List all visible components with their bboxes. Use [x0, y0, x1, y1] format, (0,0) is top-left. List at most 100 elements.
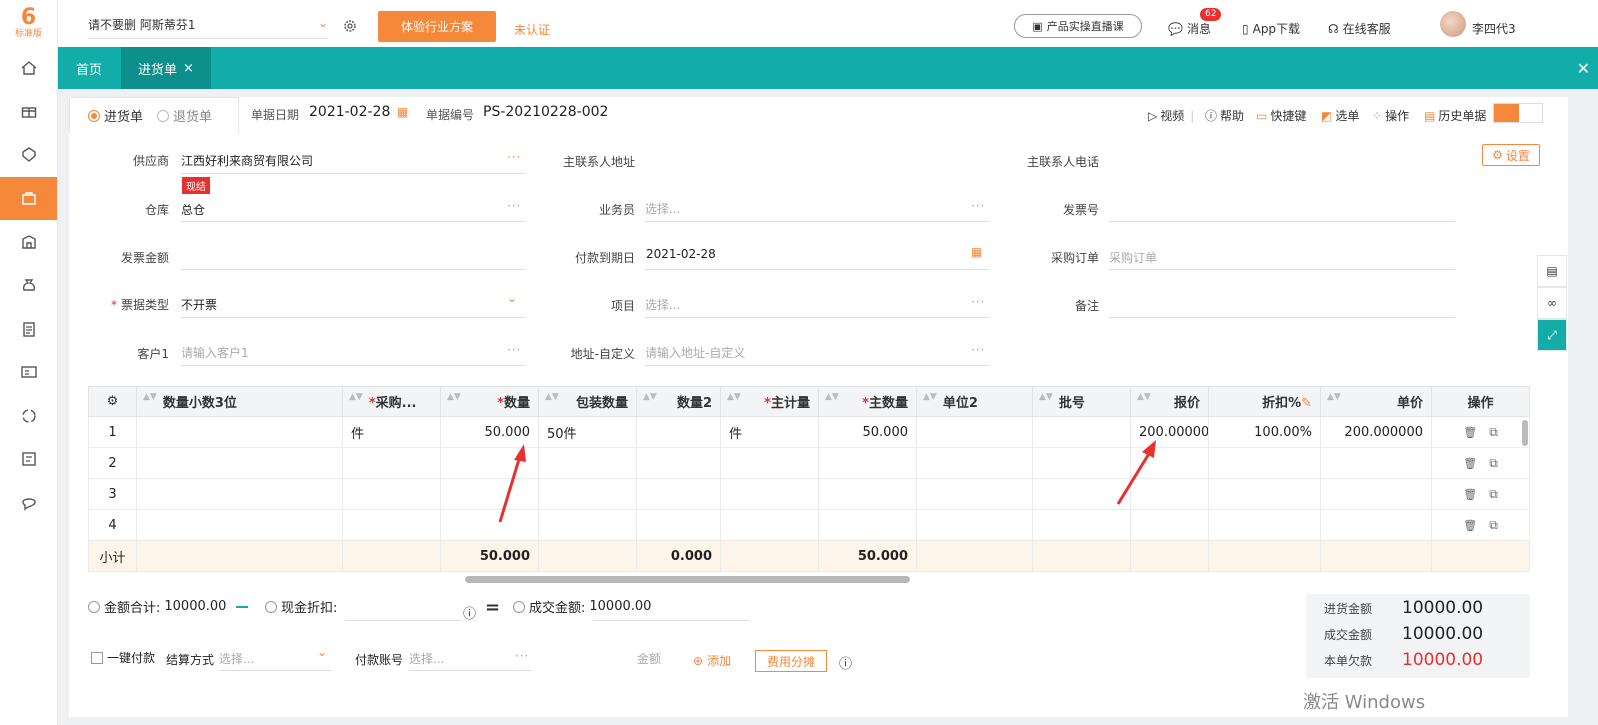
- cell-disc[interactable]: [1208, 447, 1321, 479]
- more-icon[interactable]: ···: [507, 343, 521, 357]
- cell-unit[interactable]: [342, 509, 441, 541]
- col-header-dec3[interactable]: ▲▼ 数量小数3位: [136, 386, 343, 417]
- purchase-order-input[interactable]: 采购订单: [1109, 249, 1157, 266]
- cash-discount-input[interactable]: [345, 620, 461, 621]
- tab-home[interactable]: 首页: [76, 47, 102, 89]
- money-bag-icon[interactable]: [0, 264, 57, 308]
- add-payment-button[interactable]: ⊕ 添加: [693, 652, 731, 669]
- copy-icon[interactable]: ⧉: [1489, 487, 1498, 501]
- company-select[interactable]: 请不要删 阿斯蒂芬1 ⌄: [88, 16, 328, 39]
- customer-input[interactable]: 请输入客户1: [181, 344, 249, 361]
- messages-link[interactable]: 💬 消息: [1168, 20, 1211, 37]
- table-row[interactable]: 3 🗑 ⧉: [88, 478, 1530, 510]
- cell-unit2[interactable]: [916, 447, 1033, 479]
- chat-icon[interactable]: [0, 481, 57, 525]
- table-row[interactable]: 4 🗑 ⧉: [88, 509, 1530, 541]
- salesman-input[interactable]: 选择...: [645, 200, 680, 217]
- cell-main-qty[interactable]: [818, 509, 917, 541]
- app-logo[interactable]: 6 标准版: [0, 0, 57, 46]
- clipboard-icon[interactable]: [0, 307, 57, 351]
- gift-icon[interactable]: [0, 90, 57, 134]
- cell-main-unit[interactable]: [720, 447, 819, 479]
- cell-quote[interactable]: [1130, 509, 1209, 541]
- cell-disc[interactable]: [1208, 509, 1321, 541]
- more-icon[interactable]: ···: [507, 199, 521, 213]
- cell-main-unit[interactable]: 件: [720, 416, 819, 448]
- notes-icon[interactable]: ▤: [1537, 255, 1567, 287]
- view-toggle[interactable]: [1493, 103, 1543, 123]
- cell-unit2[interactable]: [916, 509, 1033, 541]
- tab-purchase-order[interactable]: 进货单 ×: [121, 47, 211, 89]
- invoice-amount-input[interactable]: [181, 269, 525, 270]
- address-input[interactable]: 请输入地址-自定义: [645, 344, 745, 361]
- copy-icon[interactable]: ⧉: [1489, 456, 1498, 470]
- report-icon[interactable]: [0, 438, 57, 482]
- settle-method-input[interactable]: 选择...: [219, 650, 254, 667]
- app-download-link[interactable]: ▯ App下载: [1242, 20, 1300, 37]
- bill-type-value[interactable]: 不开票: [181, 296, 217, 313]
- cell-main-qty[interactable]: [818, 478, 917, 510]
- cell-dec3[interactable]: [136, 447, 343, 479]
- shield-icon[interactable]: [0, 133, 57, 177]
- chevron-down-icon[interactable]: ⌄: [317, 645, 327, 659]
- cell-unit[interactable]: 件: [342, 416, 441, 448]
- col-header-qty[interactable]: ▲▼ *数量: [440, 386, 539, 417]
- cell-main-unit[interactable]: [720, 478, 819, 510]
- more-icon[interactable]: ···: [507, 150, 521, 164]
- cell-main-qty[interactable]: [818, 447, 917, 479]
- table-row[interactable]: 2 🗑 ⧉: [88, 447, 1530, 479]
- industry-trial-button[interactable]: 体验行业方案: [378, 11, 496, 42]
- username[interactable]: 李四代3: [1472, 20, 1516, 37]
- cell-qty2[interactable]: [636, 416, 721, 448]
- more-icon[interactable]: ···: [971, 343, 985, 357]
- cell-main-unit[interactable]: [720, 509, 819, 541]
- supplier-value[interactable]: 江西好利来商贸有限公司: [181, 152, 313, 169]
- copy-icon[interactable]: ⧉: [1489, 518, 1498, 532]
- trash-icon[interactable]: 🗑: [1463, 488, 1477, 501]
- unauthenticated-link[interactable]: 未认证: [514, 21, 550, 38]
- history-tool[interactable]: ▤ 历史单据: [1424, 107, 1486, 124]
- calendar-icon[interactable]: ▦: [397, 105, 408, 119]
- pay-account-input[interactable]: 选择...: [409, 650, 444, 667]
- column-settings[interactable]: ⚙: [88, 386, 137, 417]
- doc-date-value[interactable]: 2021-02-28: [309, 104, 390, 120]
- cell-price[interactable]: [1320, 509, 1432, 541]
- invoice-no-input[interactable]: [1109, 221, 1455, 222]
- online-service-link[interactable]: ☊ 在线客服: [1328, 20, 1391, 37]
- copy-icon[interactable]: ⧉: [1489, 425, 1498, 439]
- cell-unit2[interactable]: [916, 416, 1033, 448]
- close-all-icon[interactable]: ✕: [1577, 59, 1590, 78]
- col-header-main-unit[interactable]: ▲▼ *主计量: [720, 386, 819, 417]
- trash-icon[interactable]: 🗑: [1463, 457, 1477, 470]
- cell-qty2[interactable]: [636, 509, 721, 541]
- avatar[interactable]: [1440, 11, 1466, 37]
- radio-purchase[interactable]: 进货单: [88, 106, 143, 125]
- cell-qty2[interactable]: [636, 447, 721, 479]
- cell-unit2[interactable]: [916, 478, 1033, 510]
- horizontal-scrollbar[interactable]: [465, 576, 910, 583]
- chevron-down-icon[interactable]: ⌄: [507, 291, 517, 305]
- edit-icon[interactable]: ✎: [1301, 396, 1312, 411]
- video-tool[interactable]: ▷ 视频 |: [1148, 107, 1197, 124]
- cell-pack[interactable]: [538, 509, 637, 541]
- cell-price[interactable]: 200.000000: [1320, 416, 1432, 448]
- bag-icon[interactable]: [0, 176, 57, 220]
- fee-split-button[interactable]: 费用分摊: [755, 650, 827, 672]
- cell-disc[interactable]: [1208, 478, 1321, 510]
- trash-icon[interactable]: 🗑: [1463, 426, 1477, 439]
- cell-unit[interactable]: [342, 447, 441, 479]
- col-header-purchase-unit[interactable]: ▲▼ *采购...: [342, 386, 441, 417]
- help-icon[interactable]: ⓘ: [839, 653, 852, 672]
- live-course-button[interactable]: ▣ 产品实操直播课: [1014, 14, 1142, 38]
- more-icon[interactable]: ···: [971, 199, 985, 213]
- col-header-pack-qty[interactable]: ▲▼ 包装数量: [538, 386, 637, 417]
- gear-icon[interactable]: [342, 18, 358, 37]
- col-header-unit2[interactable]: ▲▼ 单位2: [916, 386, 1033, 417]
- onekey-pay-checkbox[interactable]: [91, 651, 103, 664]
- calendar-icon[interactable]: ▦: [971, 245, 982, 259]
- cell-disc[interactable]: 100.00%: [1208, 416, 1321, 448]
- expand-icon[interactable]: ⤢: [1537, 319, 1567, 351]
- cell-batch[interactable]: [1032, 509, 1131, 541]
- select-order-tool[interactable]: ◩ 选单: [1321, 107, 1359, 124]
- col-header-main-qty[interactable]: ▲▼ *主数量: [818, 386, 917, 417]
